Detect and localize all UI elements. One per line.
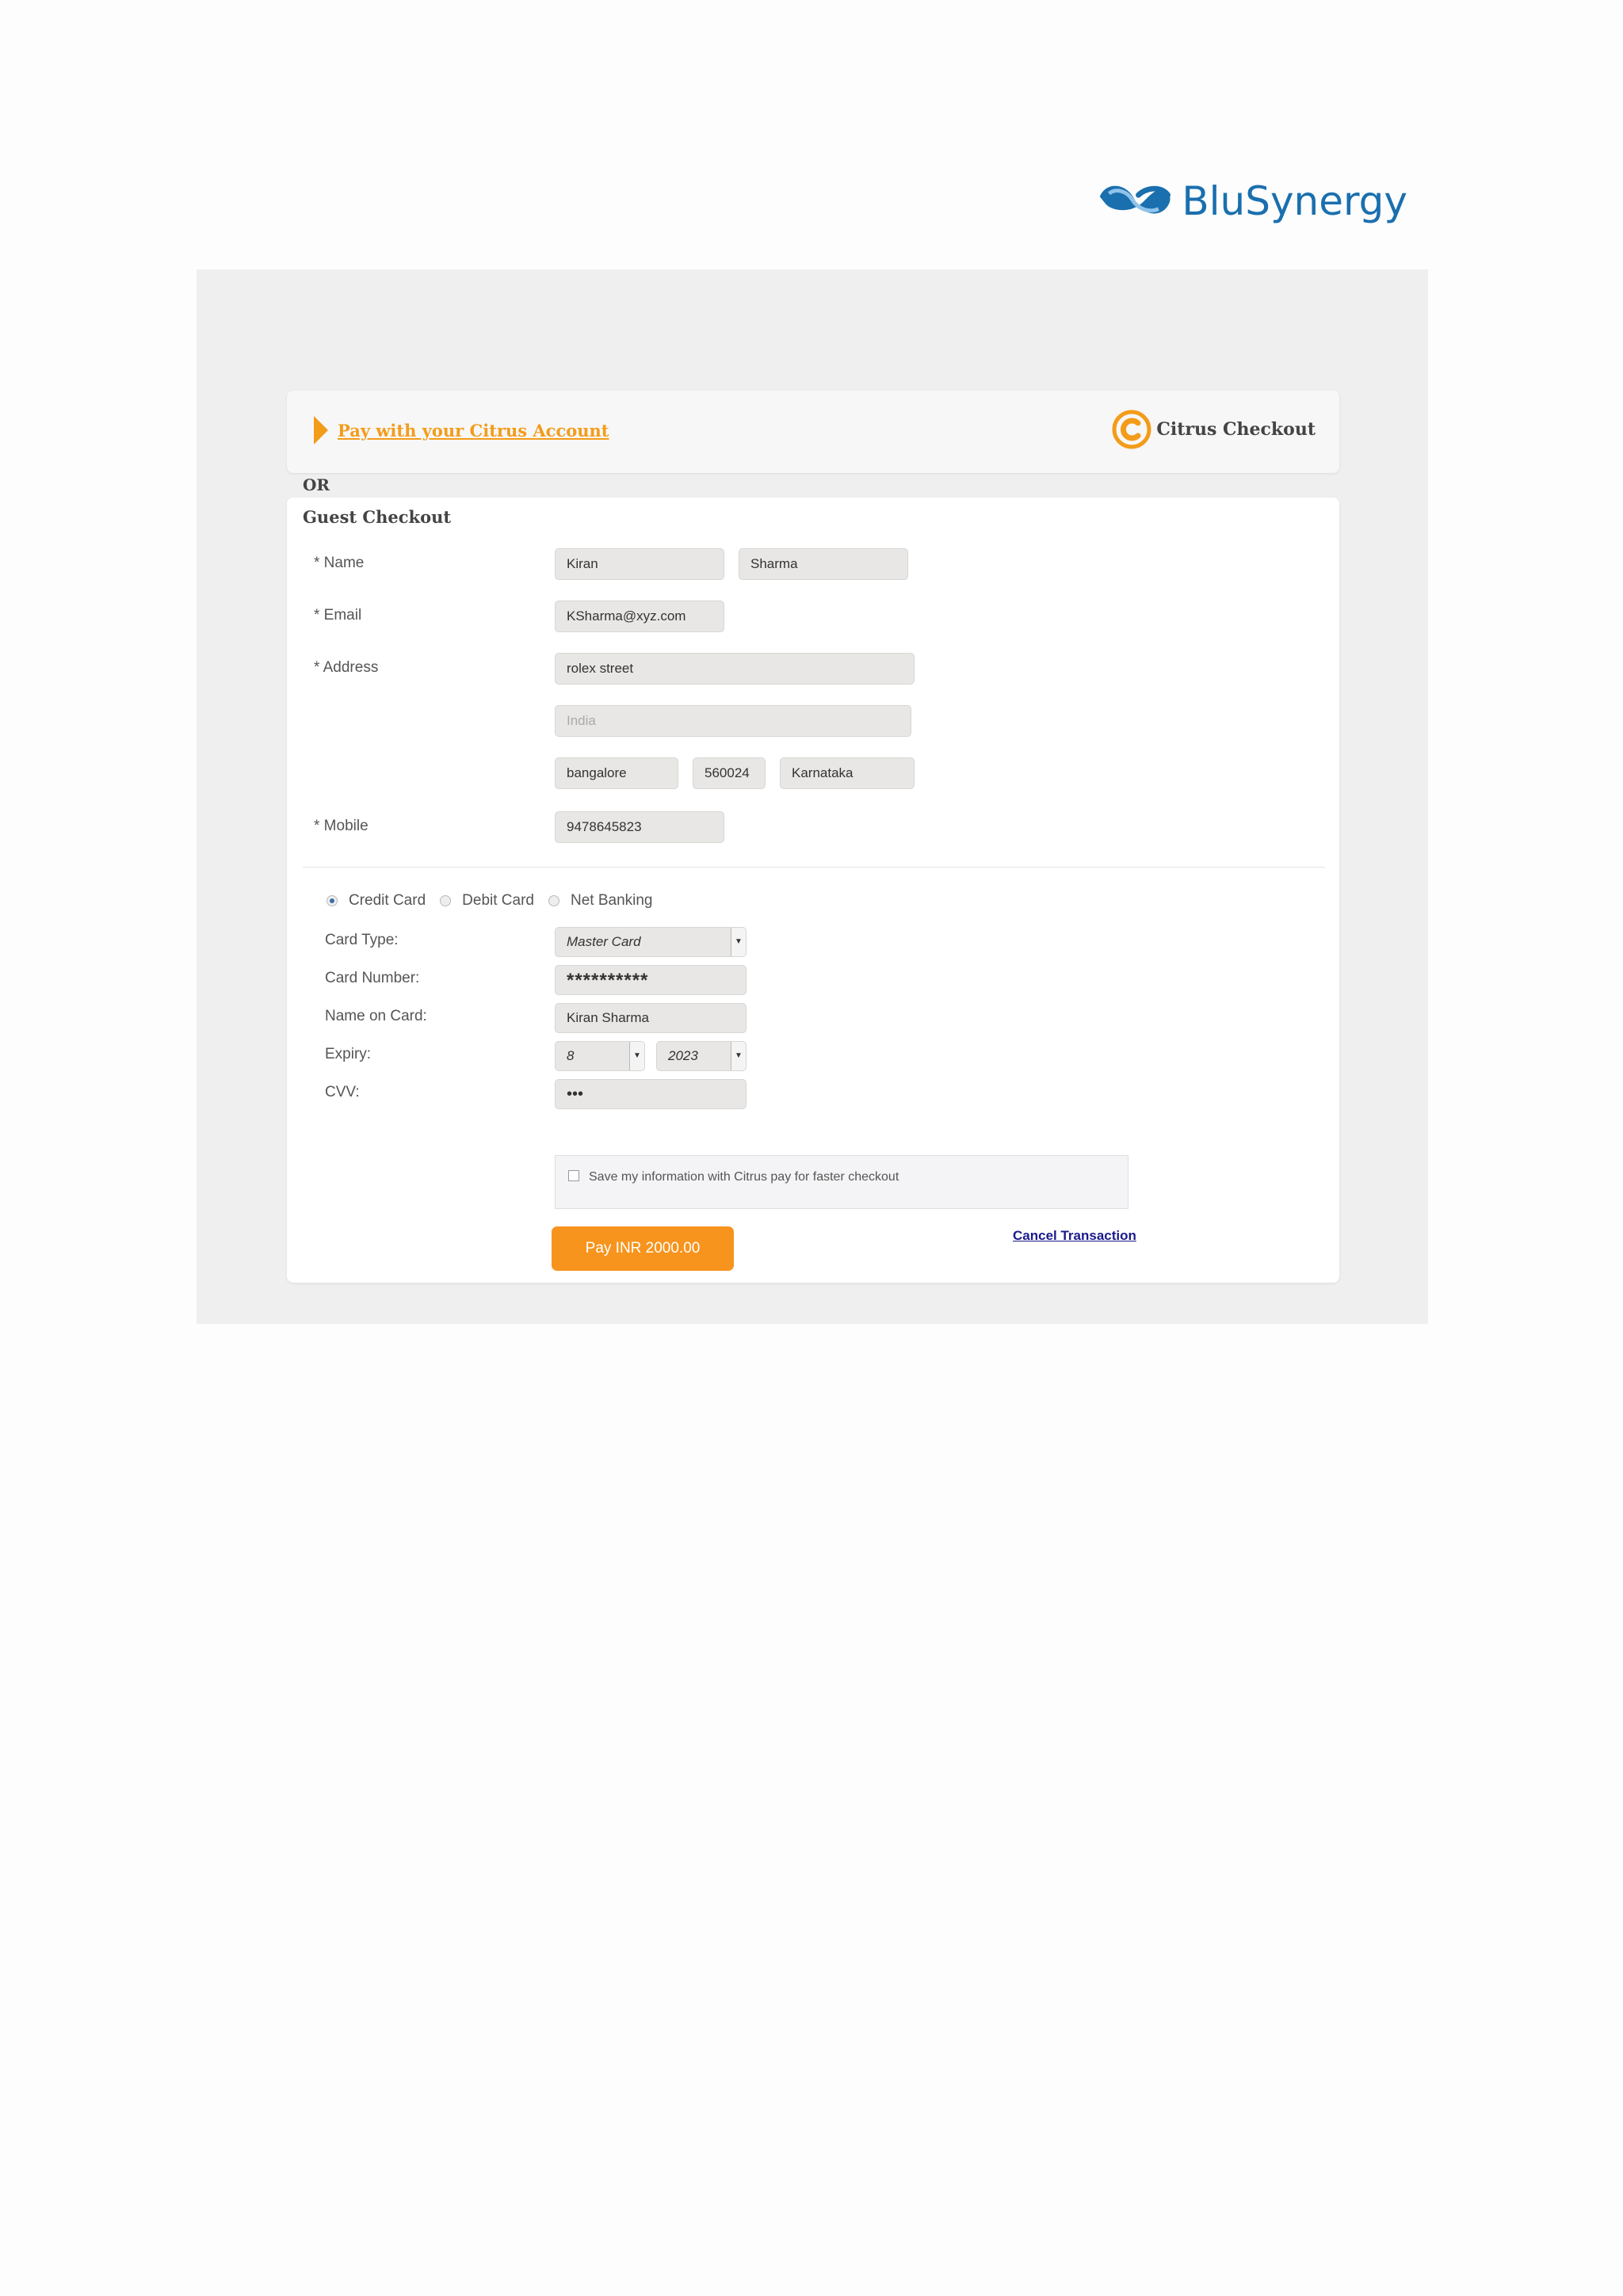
- guest-checkout-form: Guest Checkout * Name Kiran Sharma * Ema…: [287, 498, 1339, 1283]
- play-arrow-icon: [314, 416, 328, 444]
- payment-method-group: Credit Card Debit Card Net Banking: [327, 892, 667, 910]
- email-label: * Email: [314, 607, 362, 624]
- chevron-down-icon: ▼: [731, 1042, 746, 1070]
- email-input[interactable]: KSharma@xyz.com: [555, 601, 724, 632]
- credit-card-radio[interactable]: [327, 895, 338, 906]
- name-on-card-label: Name on Card:: [325, 1008, 427, 1024]
- last-name-input[interactable]: Sharma: [739, 548, 908, 580]
- citrus-logo-icon: [1112, 410, 1151, 449]
- debit-card-radio[interactable]: [440, 895, 452, 906]
- name-label: * Name: [314, 555, 365, 571]
- cvv-label: CVV:: [325, 1084, 360, 1100]
- country-input[interactable]: India: [555, 705, 911, 737]
- card-type-label: Card Type:: [325, 932, 399, 948]
- chevron-down-icon: ▼: [731, 928, 746, 956]
- expiry-month-value: 8: [567, 1048, 575, 1063]
- chevron-down-icon: ▼: [629, 1042, 644, 1070]
- debit-card-label: Debit Card: [462, 892, 534, 909]
- expiry-year-select[interactable]: 2023 ▼: [656, 1041, 747, 1071]
- pay-with-citrus-link[interactable]: Pay with your Citrus Account: [338, 421, 609, 441]
- name-on-card-input[interactable]: Kiran Sharma: [555, 1003, 747, 1033]
- zip-input[interactable]: 560024: [693, 757, 766, 789]
- citrus-account-card: Pay with your Citrus Account Citrus Chec…: [287, 391, 1339, 473]
- mobile-input[interactable]: 9478645823: [555, 811, 724, 843]
- net-banking-radio[interactable]: [548, 895, 559, 906]
- save-info-label: Save my information with Citrus pay for …: [589, 1170, 899, 1184]
- blusynergy-logo-icon: [1099, 185, 1171, 214]
- citrus-checkout-brand: Citrus Checkout: [1112, 410, 1316, 449]
- city-input[interactable]: bangalore: [555, 757, 678, 789]
- net-banking-label: Net Banking: [570, 892, 653, 909]
- mobile-label: * Mobile: [314, 818, 369, 834]
- save-info-box: Save my information with Citrus pay for …: [555, 1155, 1128, 1209]
- blusynergy-logo-text: BluSynergy: [1182, 178, 1407, 224]
- card-number-input[interactable]: **********: [555, 965, 747, 995]
- address-label: * Address: [314, 659, 379, 676]
- credit-card-label: Credit Card: [349, 892, 426, 909]
- card-type-select[interactable]: Master Card ▼: [555, 927, 747, 957]
- blusynergy-logo: BluSynergy: [1092, 173, 1407, 230]
- cancel-transaction-link[interactable]: Cancel Transaction: [1013, 1228, 1136, 1244]
- street-input[interactable]: rolex street: [555, 653, 915, 685]
- section-divider: [303, 867, 1325, 868]
- expiry-month-select[interactable]: 8 ▼: [555, 1041, 645, 1071]
- or-separator: OR: [303, 475, 330, 494]
- citrus-checkout-title: Citrus Checkout: [1156, 419, 1316, 440]
- state-input[interactable]: Karnataka: [780, 757, 915, 789]
- expiry-year-value: 2023: [668, 1048, 698, 1063]
- guest-checkout-title: Guest Checkout: [303, 507, 452, 527]
- card-type-value: Master Card: [567, 934, 641, 949]
- first-name-input[interactable]: Kiran: [555, 548, 724, 580]
- page: BluSynergy Pay with your Citrus Account …: [0, 0, 1623, 2296]
- cvv-input[interactable]: •••: [555, 1079, 747, 1109]
- expiry-label: Expiry:: [325, 1046, 372, 1062]
- pay-button[interactable]: Pay INR 2000.00: [552, 1226, 734, 1271]
- save-info-checkbox[interactable]: [568, 1170, 579, 1181]
- card-number-label: Card Number:: [325, 970, 420, 986]
